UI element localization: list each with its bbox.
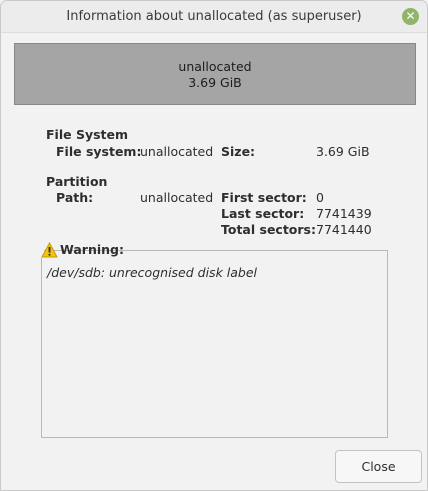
close-icon[interactable]: ✕ bbox=[402, 8, 419, 25]
warning-label: Warning: bbox=[60, 242, 124, 257]
dialog-window: Information about unallocated (as superu… bbox=[0, 0, 428, 491]
size-value: 3.69 GiB bbox=[316, 144, 370, 159]
close-button[interactable]: Close bbox=[335, 450, 422, 483]
partition-heading: Partition bbox=[46, 174, 108, 189]
size-label: Size: bbox=[221, 144, 256, 159]
warning-header: Warning: bbox=[41, 242, 124, 258]
filesystem-label: File system: bbox=[56, 144, 142, 159]
filesystem-value: unallocated bbox=[140, 144, 214, 159]
partition-graphic-size: 3.69 GiB bbox=[188, 75, 242, 90]
last-sector-value: 7741439 bbox=[316, 206, 372, 221]
total-sectors-value: 7741440 bbox=[316, 222, 372, 237]
filesystem-heading: File System bbox=[46, 127, 129, 142]
first-sector-value: 0 bbox=[316, 190, 324, 205]
warning-icon bbox=[41, 242, 58, 258]
partition-graphic: unallocated 3.69 GiB bbox=[14, 43, 416, 105]
path-label: Path: bbox=[56, 190, 94, 205]
path-value: unallocated bbox=[140, 190, 214, 205]
partition-graphic-name: unallocated bbox=[178, 59, 252, 74]
title-bar: Information about unallocated (as superu… bbox=[1, 1, 427, 33]
first-sector-label: First sector: bbox=[221, 190, 307, 205]
last-sector-label: Last sector: bbox=[221, 206, 305, 221]
window-title: Information about unallocated (as superu… bbox=[66, 9, 362, 24]
warning-message: /dev/sdb: unrecognised disk label bbox=[47, 265, 258, 280]
total-sectors-label: Total sectors: bbox=[221, 222, 316, 237]
